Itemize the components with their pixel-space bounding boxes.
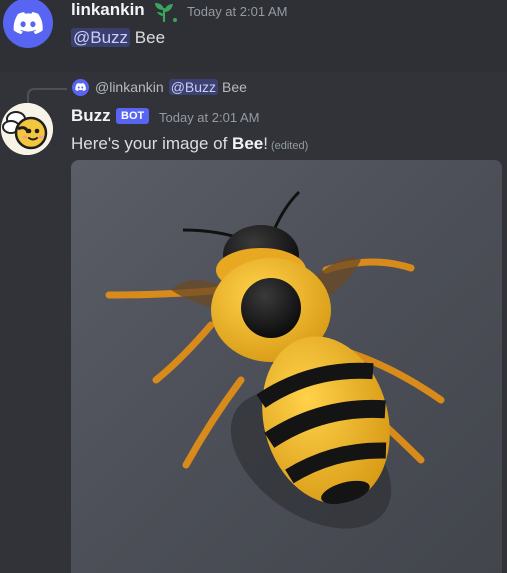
message-bold-text: Bee <box>232 134 264 153</box>
reply-connector <box>27 88 67 104</box>
username[interactable]: linkankin <box>71 0 145 20</box>
message-content: Here's your image of Bee! (edited) <box>71 131 308 159</box>
timestamp[interactable]: Today at 2:01 AM <box>159 110 259 126</box>
message-text: Bee <box>130 28 166 47</box>
reply-mention[interactable]: @Buzz <box>168 79 219 95</box>
reply-username[interactable]: @linkankin <box>95 79 164 95</box>
bot-badge: BOT <box>116 108 150 124</box>
image-attachment[interactable] <box>71 160 502 573</box>
reply-text: Bee <box>222 79 247 95</box>
chat-view: linkankin Today at 2:01 AM @Buzz Bee @li… <box>0 0 507 573</box>
reply-preview[interactable]: @linkankin @Buzz Bee <box>72 77 247 97</box>
message-content: @Buzz Bee <box>71 26 165 50</box>
message-text-end: ! <box>263 134 268 153</box>
timestamp[interactable]: Today at 2:01 AM <box>187 4 287 20</box>
discord-logo-icon <box>72 78 89 96</box>
message-linkankin[interactable]: linkankin Today at 2:01 AM @Buzz Bee <box>0 0 507 72</box>
message-text: Here's your image of <box>71 134 233 153</box>
username[interactable]: Buzz <box>71 106 111 126</box>
discord-logo-icon[interactable] <box>3 0 53 48</box>
sprout-icon[interactable] <box>152 1 178 23</box>
bee-image <box>71 160 502 573</box>
edited-label: (edited) <box>270 140 309 152</box>
mention-buzz[interactable]: @Buzz <box>71 28 131 47</box>
bee-avatar-icon[interactable] <box>1 103 53 155</box>
